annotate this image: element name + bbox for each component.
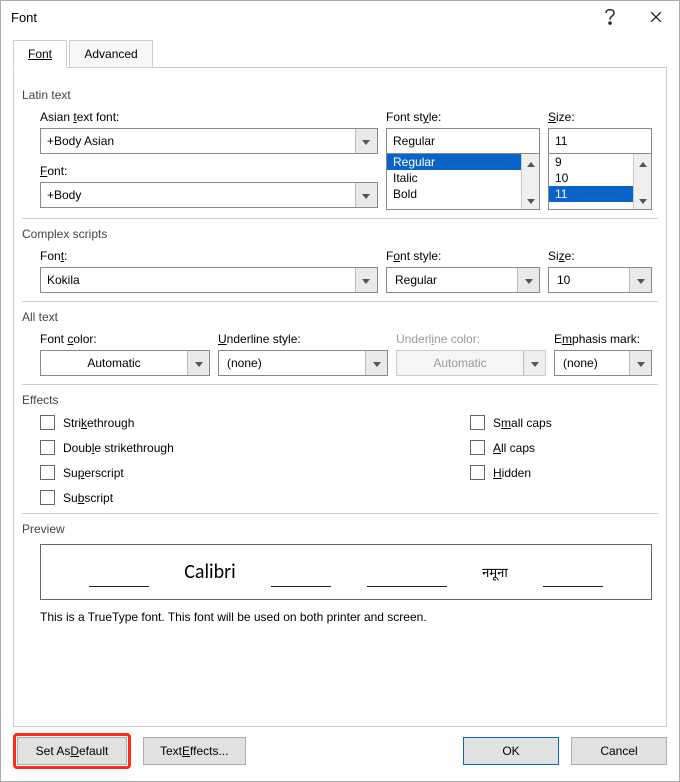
text-effects-button[interactable]: Text Effects... [143,737,246,765]
scrollbar[interactable] [633,154,651,209]
list-item[interactable]: Italic [387,170,539,186]
subscript-checkbox[interactable]: Subscript [40,490,470,505]
help-button[interactable] [587,1,633,33]
preview-note: This is a TrueType font. This font will … [40,610,652,624]
font-style-list[interactable]: Regular Italic Bold [386,154,540,210]
list-item[interactable]: Bold [387,186,539,202]
scrollbar[interactable] [521,154,539,209]
ok-button[interactable]: OK [463,737,559,765]
section-preview: Preview [22,522,658,536]
underline-color-combo: Automatic [396,350,546,376]
complex-font-label: Font: [40,249,378,263]
chevron-down-icon[interactable] [355,129,377,153]
size-list[interactable]: 9 10 11 [548,154,652,210]
font-color-combo[interactable]: Automatic [40,350,210,376]
chevron-down-icon[interactable] [355,268,377,292]
font-style-label: Font style: [386,110,540,124]
list-item[interactable]: Regular [387,154,539,170]
preview-underline [89,586,149,587]
preview-sample-latin: Calibri [184,560,236,584]
preview-underline [543,586,603,587]
chevron-down-icon[interactable] [187,351,209,375]
emphasis-mark-label: Emphasis mark: [554,332,652,346]
tab-panel: Latin text Asian text font: +Body Asian … [13,67,667,727]
latin-font-label: Font: [40,164,378,178]
underline-style-combo[interactable]: (none) [218,350,388,376]
scroll-up-icon[interactable] [634,154,652,172]
section-effects: Effects [22,393,658,407]
preview-sample-complex: नमूना [482,563,508,581]
double-strikethrough-checkbox[interactable]: Double strikethrough [40,440,470,455]
font-style-input[interactable]: Regular [386,128,540,154]
cancel-button[interactable]: Cancel [571,737,667,765]
asian-font-label: Asian text font: [40,110,378,124]
size-input[interactable]: 11 [548,128,652,154]
scroll-down-icon[interactable] [634,191,652,209]
chevron-down-icon [523,351,545,375]
tab-font[interactable]: Font [13,40,67,68]
asian-font-combo[interactable]: +Body Asian [40,128,378,154]
underline-color-label: Underline color: [396,332,546,346]
superscript-checkbox[interactable]: Superscript [40,465,470,480]
font-color-label: Font color: [40,332,210,346]
dialog-title: Font [11,10,587,25]
titlebar: Font [1,1,679,33]
chevron-down-icon[interactable] [629,351,651,375]
complex-size-combo[interactable]: 10 [548,267,652,293]
chevron-down-icon[interactable] [355,183,377,207]
small-caps-checkbox[interactable]: Small caps [470,415,552,430]
emphasis-mark-combo[interactable]: (none) [554,350,652,376]
hidden-checkbox[interactable]: Hidden [470,465,552,480]
complex-style-label: Font style: [386,249,540,263]
set-default-highlight: Set As Default [13,733,131,769]
preview-underline [271,586,331,587]
size-label: Size: [548,110,652,124]
chevron-down-icon[interactable] [517,268,539,292]
preview-box: Calibri नमूना [40,544,652,600]
chevron-down-icon[interactable] [629,268,651,292]
dialog-footer: Set As Default Text Effects... OK Cancel [13,733,667,769]
font-dialog: Font Font Advanced Latin text Asian text… [0,0,680,782]
preview-underline [367,586,447,587]
complex-style-combo[interactable]: Regular [386,267,540,293]
scroll-up-icon[interactable] [522,154,540,172]
close-button[interactable] [633,1,679,33]
latin-font-combo[interactable]: +Body [40,182,378,208]
tab-strip: Font Advanced [13,39,669,67]
chevron-down-icon[interactable] [365,351,387,375]
all-caps-checkbox[interactable]: All caps [470,440,552,455]
scroll-down-icon[interactable] [522,191,540,209]
set-as-default-button[interactable]: Set As Default [17,737,127,765]
tab-advanced[interactable]: Advanced [69,40,152,68]
section-latin: Latin text [22,88,658,102]
section-alltext: All text [22,310,658,324]
section-complex: Complex scripts [22,227,658,241]
strikethrough-checkbox[interactable]: Strikethrough [40,415,470,430]
underline-style-label: Underline style: [218,332,388,346]
complex-font-combo[interactable]: Kokila [40,267,378,293]
complex-size-label: Size: [548,249,652,263]
